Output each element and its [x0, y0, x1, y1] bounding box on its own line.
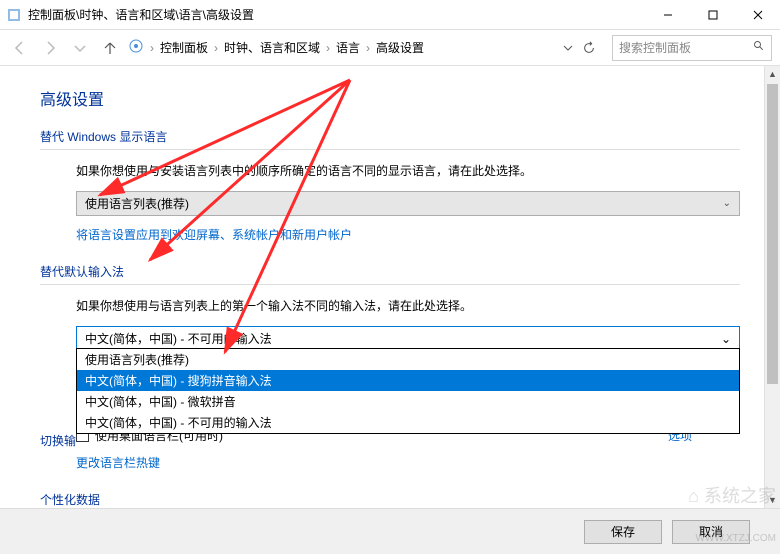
ime-option[interactable]: 中文(简体，中国) - 微软拼音 — [77, 391, 739, 412]
section2-description: 如果你想使用与语言列表上的第一个输入法不同的输入法，请在此处选择。 — [76, 297, 740, 314]
search-placeholder: 搜索控制面板 — [619, 39, 691, 56]
ime-option[interactable]: 使用语言列表(推荐) — [77, 349, 739, 370]
ime-dropdown-list: 使用语言列表(推荐) 中文(简体，中国) - 搜狗拼音输入法 中文(简体，中国)… — [76, 348, 740, 434]
breadcrumb-item[interactable]: 时钟、语言和区域 — [224, 39, 320, 56]
cancel-button[interactable]: 取消 — [672, 520, 750, 544]
vertical-scrollbar[interactable]: ▲ ▼ — [764, 66, 780, 508]
display-language-dropdown[interactable]: 使用语言列表(推荐) ⌄ — [76, 191, 740, 216]
close-button[interactable] — [735, 0, 780, 30]
breadcrumb-separator-icon: › — [366, 41, 370, 55]
dropdown-value: 中文(简体，中国) - 不可用的输入法 — [85, 330, 272, 347]
window-titlebar: 控制面板\时钟、语言和区域\语言\高级设置 — [0, 0, 780, 30]
scroll-up-icon[interactable]: ▲ — [765, 66, 780, 82]
page-title: 高级设置 — [40, 86, 740, 110]
breadcrumb-separator-icon: › — [326, 41, 330, 55]
section-header-personalization: 个性化数据 — [40, 491, 740, 508]
footer-bar: 保存 取消 — [0, 508, 780, 554]
address-bar[interactable]: › 控制面板 › 时钟、语言和区域 › 语言 › 高级设置 — [128, 38, 554, 57]
minimize-button[interactable] — [645, 0, 690, 30]
breadcrumb-item[interactable]: 控制面板 — [160, 39, 208, 56]
ime-option[interactable]: 中文(简体，中国) - 不可用的输入法 — [77, 412, 739, 433]
search-icon — [753, 40, 765, 55]
save-button[interactable]: 保存 — [584, 520, 662, 544]
section1-description: 如果你想使用与安装语言列表中的顺序所确定的语言不同的显示语言，请在此处选择。 — [76, 162, 740, 179]
breadcrumb-item[interactable]: 语言 — [336, 39, 360, 56]
address-dropdown-icon[interactable] — [560, 40, 576, 56]
ime-option-selected[interactable]: 中文(简体，中国) - 搜狗拼音输入法 — [77, 370, 739, 391]
back-button[interactable] — [8, 36, 32, 60]
forward-button[interactable] — [38, 36, 62, 60]
scroll-thumb[interactable] — [767, 84, 778, 384]
chevron-down-icon: ⌄ — [721, 332, 731, 346]
apply-to-welcome-link[interactable]: 将语言设置应用到欢迎屏幕、系统帐户和新用户帐户 — [76, 228, 352, 242]
address-icon — [128, 38, 144, 57]
content-area: 高级设置 替代 Windows 显示语言 如果你想使用与安装语言列表中的顺序所确… — [0, 66, 780, 508]
section-header-display-language: 替代 Windows 显示语言 — [40, 128, 740, 150]
refresh-button[interactable] — [578, 37, 600, 59]
search-input[interactable]: 搜索控制面板 — [612, 35, 772, 61]
app-icon — [6, 7, 22, 23]
scroll-down-icon[interactable]: ▼ — [765, 492, 780, 508]
history-dropdown-icon[interactable] — [68, 36, 92, 60]
window-title: 控制面板\时钟、语言和区域\语言\高级设置 — [28, 6, 645, 23]
chevron-down-icon: ⌄ — [723, 198, 731, 209]
section-header-default-ime: 替代默认输入法 — [40, 263, 740, 285]
navigation-bar: › 控制面板 › 时钟、语言和区域 › 语言 › 高级设置 搜索控制面板 — [0, 30, 780, 66]
change-hotkey-link[interactable]: 更改语言栏热键 — [76, 456, 160, 470]
maximize-button[interactable] — [690, 0, 735, 30]
breadcrumb-separator-icon: › — [214, 41, 218, 55]
up-button[interactable] — [98, 36, 122, 60]
dropdown-value: 使用语言列表(推荐) — [85, 195, 189, 212]
breadcrumb-item[interactable]: 高级设置 — [376, 39, 424, 56]
breadcrumb-separator-icon: › — [150, 41, 154, 55]
